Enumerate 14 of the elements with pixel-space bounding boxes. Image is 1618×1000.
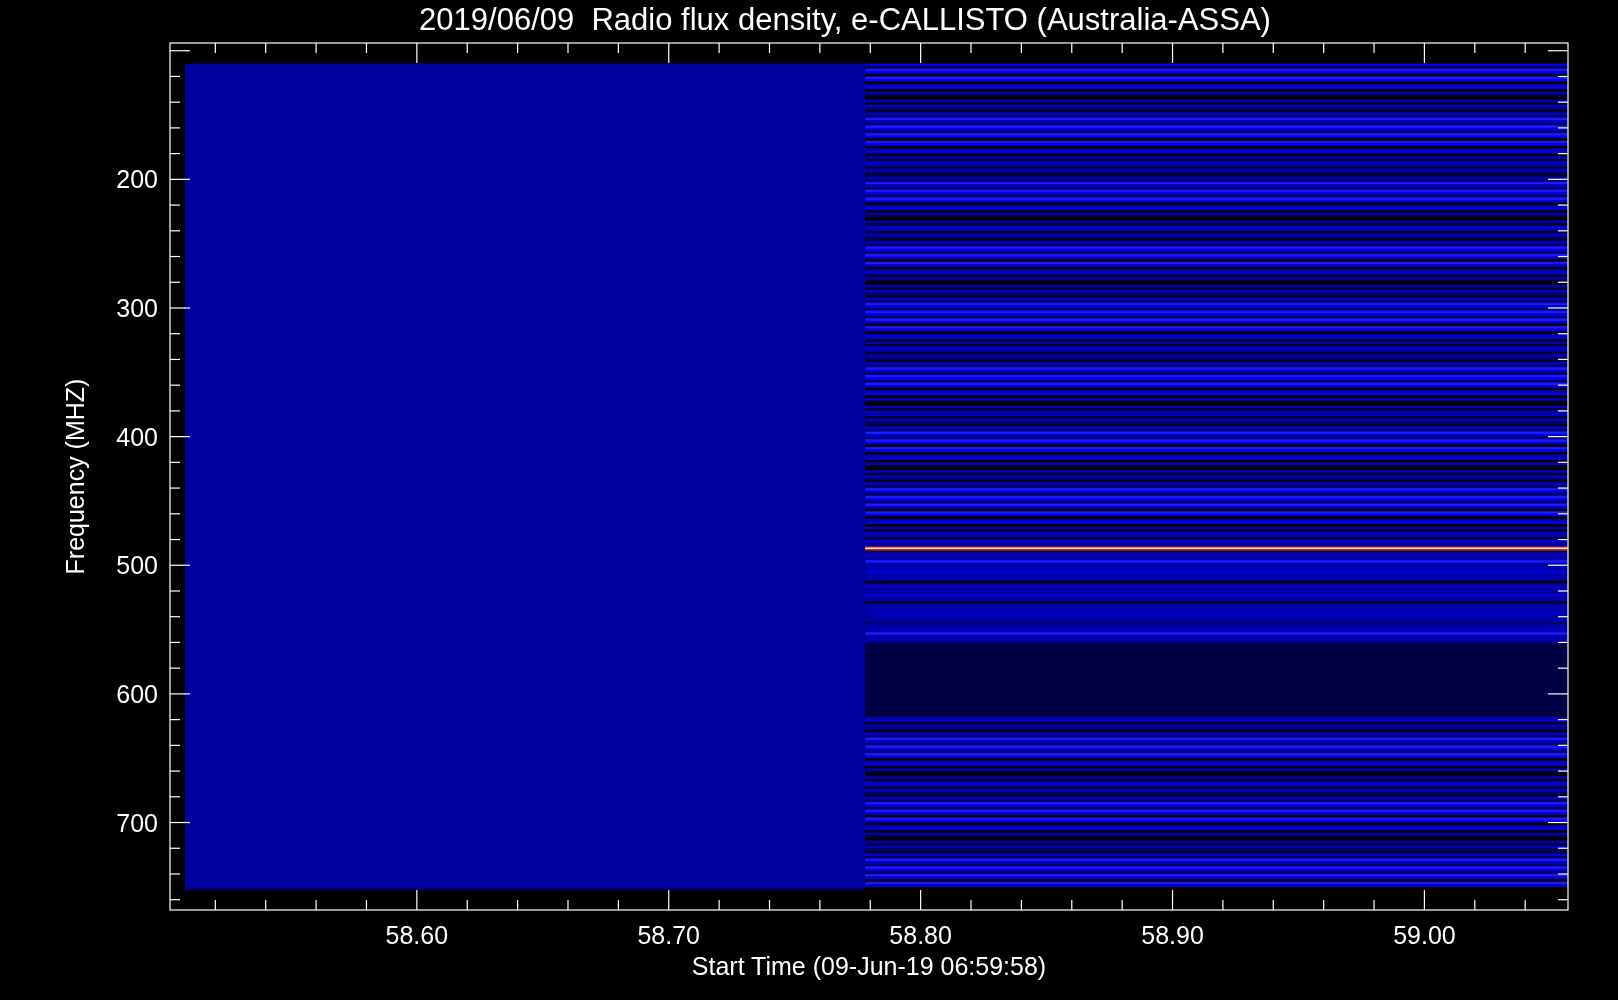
x-tick-label: 58.80: [889, 921, 952, 949]
x-tick-label: 58.70: [637, 921, 701, 949]
y-tick-label: 200: [116, 165, 158, 194]
chart-title: 2019/06/09 Radio flux density, e-CALLISTO (Australia-ASSA): [419, 2, 1271, 37]
x-tick-label: 58.60: [385, 921, 449, 949]
y-axis-label: Frequency (MHZ): [61, 378, 89, 575]
x-tick-label: 59.00: [1393, 921, 1456, 949]
y-tick-label: 400: [116, 422, 158, 451]
y-tick-label: 700: [116, 808, 158, 837]
x-tick-label: 58.90: [1141, 921, 1204, 949]
y-tick-label: 600: [116, 679, 158, 708]
y-tick-label: 300: [116, 294, 158, 322]
x-axis-label: Start Time (09-Jun-19 06:59:58): [691, 952, 1047, 980]
y-tick-label: 500: [116, 551, 158, 580]
